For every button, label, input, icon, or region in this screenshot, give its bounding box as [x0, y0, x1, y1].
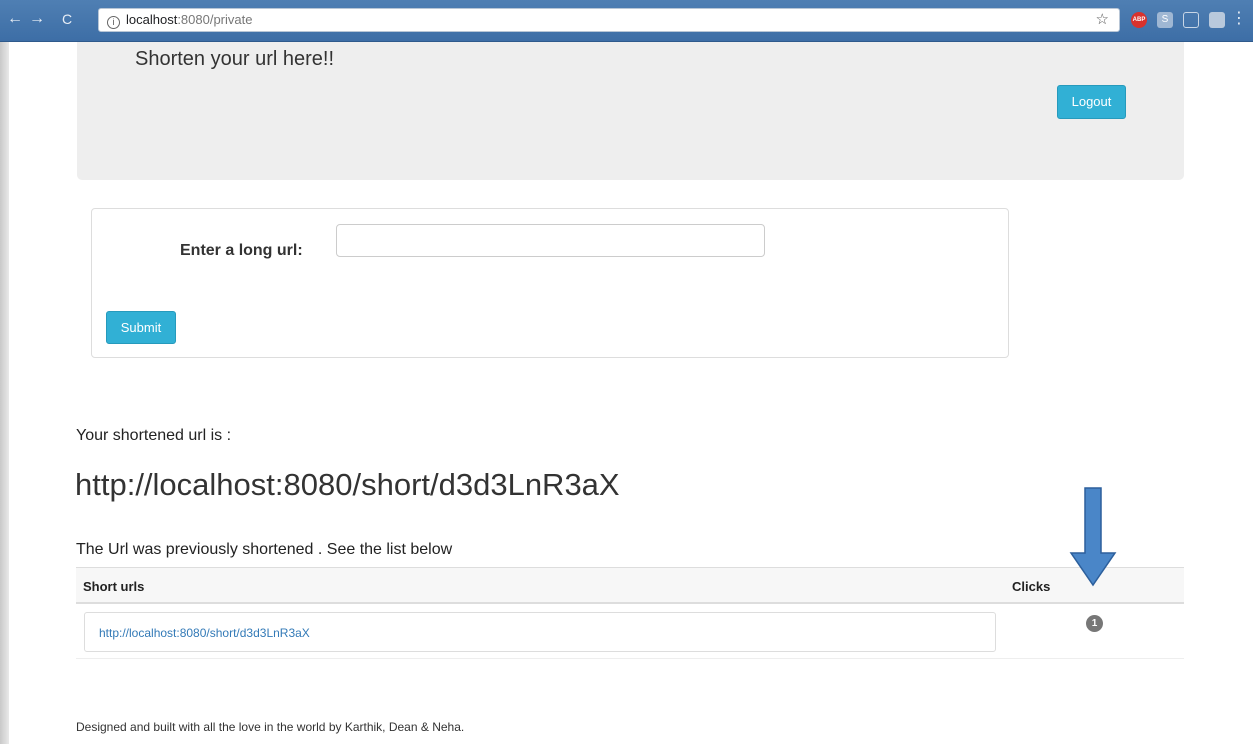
result-label: Your shortened url is :	[76, 427, 232, 444]
logout-button[interactable]: Logout	[1057, 85, 1126, 119]
profile-icon[interactable]	[1209, 12, 1225, 28]
short-urls-table: Short urls Clicks http://localhost:8080/…	[76, 567, 1184, 659]
short-url-cell: http://localhost:8080/short/d3d3LnR3aX	[84, 612, 996, 652]
adblock-extension-icon[interactable]: ABP	[1131, 12, 1147, 28]
table-header: Short urls Clicks	[76, 567, 1184, 604]
table-row: http://localhost:8080/short/d3d3LnR3aX 1	[76, 604, 1184, 659]
long-url-input[interactable]	[336, 224, 765, 257]
info-icon[interactable]: i	[107, 16, 120, 29]
window-edge	[0, 42, 9, 744]
address-bar[interactable]: i localhost:8080/private ☆	[98, 8, 1120, 32]
previously-shortened-note: The Url was previously shortened . See t…	[76, 541, 453, 558]
bookmark-star-icon[interactable]: ☆	[1096, 9, 1109, 31]
back-icon[interactable]: ←	[6, 10, 24, 28]
short-url-link[interactable]: http://localhost:8080/short/d3d3LnR3aX	[99, 626, 310, 640]
column-header-short-urls: Short urls	[83, 579, 145, 594]
column-header-clicks: Clicks	[1012, 579, 1051, 594]
footer-credits: Designed and built with all the love in …	[76, 720, 465, 734]
url-host: localhost	[126, 12, 178, 27]
clicks-badge: 1	[1086, 615, 1103, 632]
down-arrow-annotation	[1069, 487, 1117, 587]
reload-icon[interactable]: C	[58, 10, 76, 28]
shortened-url: http://localhost:8080/short/d3d3LnR3aX	[75, 467, 620, 502]
menu-icon[interactable]: ⋮	[1230, 10, 1248, 28]
extension-s-icon[interactable]: S	[1157, 12, 1173, 28]
forward-icon[interactable]: →	[28, 10, 46, 28]
submit-button[interactable]: Submit	[106, 311, 176, 344]
url-path: :8080/private	[177, 12, 253, 27]
browser-toolbar: ← → C i localhost:8080/private ☆ ABP S ⋮	[0, 0, 1253, 42]
cast-icon[interactable]	[1183, 12, 1199, 28]
shorten-form-panel: Enter a long url: Submit	[91, 208, 1009, 358]
page-title: Shorten your url here!!	[135, 48, 334, 70]
long-url-label: Enter a long url:	[180, 242, 303, 259]
header-jumbotron: Shorten your url here!! Logout	[77, 42, 1184, 180]
